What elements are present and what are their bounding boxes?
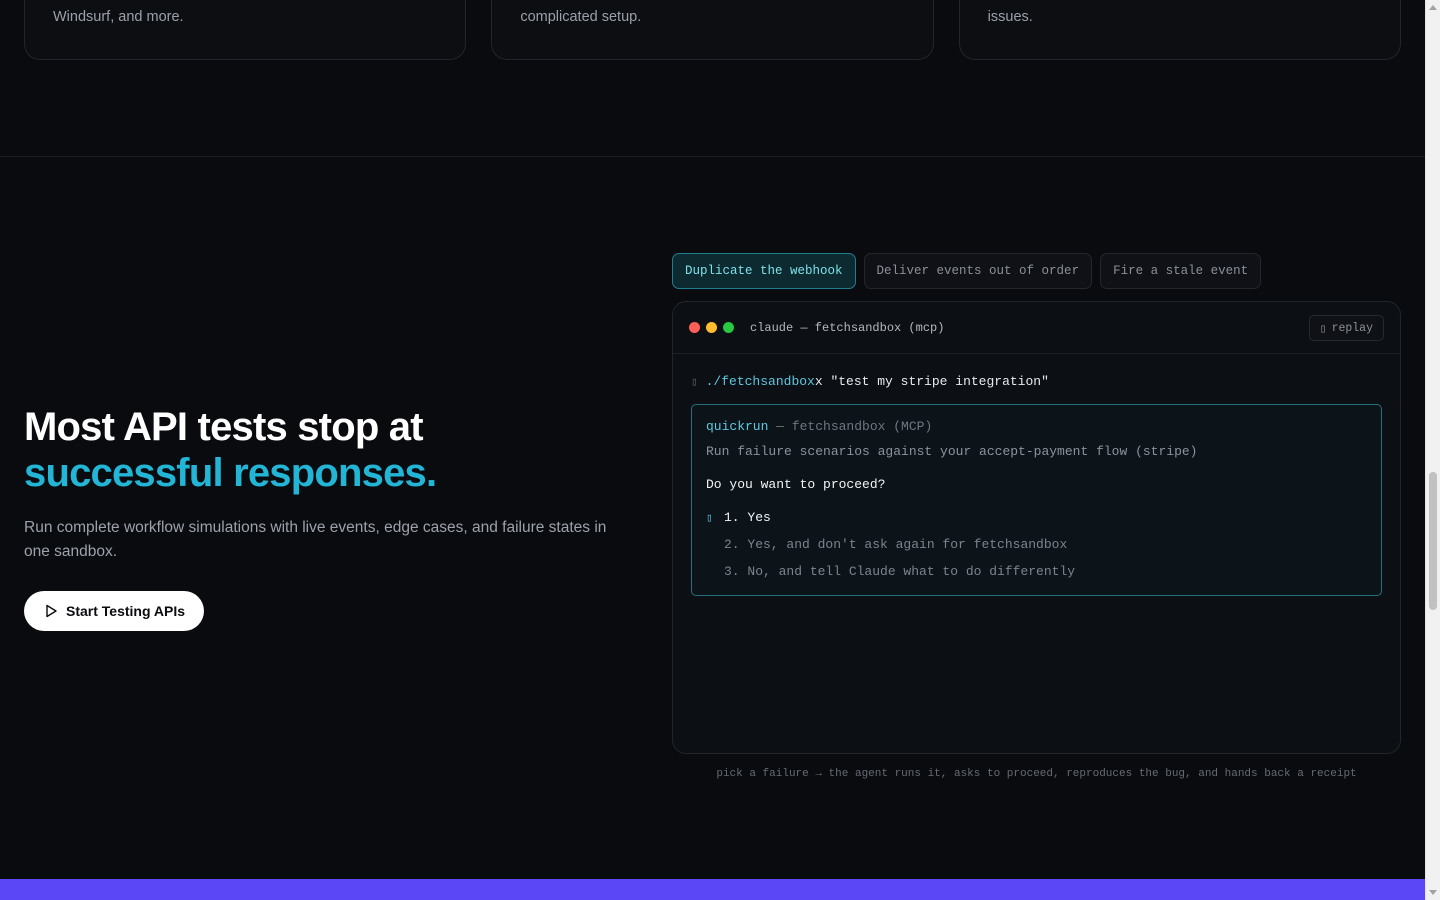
hero-title: Most API tests stop at successful respon… xyxy=(24,404,437,496)
prompt-icon: ▯ xyxy=(691,376,698,389)
tab-stale-event[interactable]: Fire a stale event xyxy=(1100,253,1262,289)
feature-card-text: and verified workflows. Ship faster with… xyxy=(987,0,1349,25)
terminal-title: claude — fetchsandbox (mcp) xyxy=(750,320,945,335)
page-scrollbar[interactable] xyxy=(1425,0,1440,900)
tab-duplicate-webhook[interactable]: Duplicate the webhook xyxy=(672,253,856,289)
hero-title-accent: successful responses. xyxy=(24,451,437,495)
feature-cards: minutes. Works with Cursor, VS Code, Cla… xyxy=(24,0,1401,60)
hero-title-line1: Most API tests stop at xyxy=(24,405,424,449)
replay-icon: ▯ xyxy=(1319,322,1327,336)
command-path: ./fetchsandbox xyxy=(705,374,815,389)
terminal-command: ▯ ./fetchsandbox x "test my stripe integ… xyxy=(691,374,1049,389)
feature-card-text: minutes. Works with Cursor, VS Code, Cla… xyxy=(53,0,392,25)
option-yes-dont-ask[interactable]: 2. Yes, and don't ask again for fetchsan… xyxy=(706,531,1367,558)
permission-dialog: quickrun — fetchsandbox (MCP) Run failur… xyxy=(691,404,1382,596)
replay-label: replay xyxy=(1331,321,1373,335)
feature-card: requests, and async events. No mock serv… xyxy=(491,0,934,60)
dialog-description: Run failure scenarios against your accep… xyxy=(706,444,1198,459)
scenario-tabs: Duplicate the webhook Deliver events out… xyxy=(672,253,1262,289)
start-testing-label: Start Testing APIs xyxy=(66,603,186,619)
terminal-window: claude — fetchsandbox (mcp) ▯ replay ▯ .… xyxy=(672,301,1401,754)
tool-name: quickrun xyxy=(706,419,769,434)
minimize-dot-icon xyxy=(706,322,717,333)
close-dot-icon xyxy=(689,322,700,333)
tab-out-of-order[interactable]: Deliver events out of order xyxy=(863,253,1093,289)
scroll-up-icon[interactable] xyxy=(1429,5,1437,10)
dialog-question: Do you want to proceed? xyxy=(706,477,886,492)
feature-card-text: requests, and async events. No mock serv… xyxy=(520,0,840,25)
section-divider xyxy=(0,156,1425,157)
feature-card: minutes. Works with Cursor, VS Code, Cla… xyxy=(24,0,467,60)
replay-button[interactable]: ▯ replay xyxy=(1308,315,1384,341)
dialog-header: quickrun — fetchsandbox (MCP) xyxy=(706,419,1367,434)
feature-card: and verified workflows. Ship faster with… xyxy=(958,0,1401,60)
scroll-down-icon[interactable] xyxy=(1429,890,1437,895)
terminal-caption: pick a failure → the agent runs it, asks… xyxy=(716,768,1357,780)
scroll-thumb[interactable] xyxy=(1429,472,1437,610)
option-label: 3. No, and tell Claude what to do differ… xyxy=(724,564,1076,579)
play-icon xyxy=(46,604,57,618)
selector-icon: ▯ xyxy=(706,512,713,525)
option-no[interactable]: 3. No, and tell Claude what to do differ… xyxy=(706,558,1367,585)
command-args: x "test my stripe integration" xyxy=(814,374,1049,389)
page: minutes. Works with Cursor, VS Code, Cla… xyxy=(0,0,1425,900)
terminal-header: claude — fetchsandbox (mcp) ▯ replay xyxy=(673,302,1400,354)
start-testing-button[interactable]: Start Testing APIs xyxy=(24,591,205,631)
dialog-options: ▯ 1. Yes 2. Yes, and don't ask again for… xyxy=(706,504,1367,585)
option-yes[interactable]: ▯ 1. Yes xyxy=(706,504,1367,531)
hero-subtitle: Run complete workflow simulations with l… xyxy=(24,519,607,560)
option-label: 2. Yes, and don't ask again for fetchsan… xyxy=(724,537,1068,552)
tool-source: — fetchsandbox (MCP) xyxy=(768,419,933,434)
footer-band xyxy=(0,879,1425,900)
maximize-dot-icon xyxy=(723,322,734,333)
option-label: 1. Yes xyxy=(724,510,771,525)
